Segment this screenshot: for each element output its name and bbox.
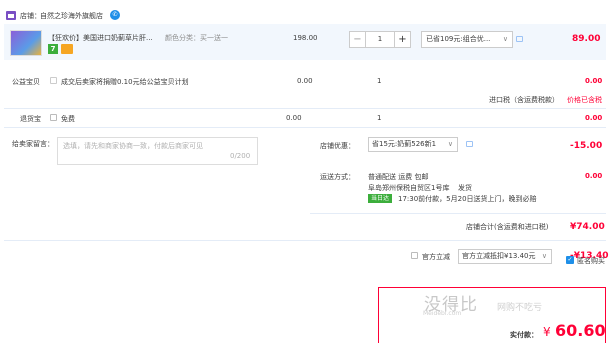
official-discount-checkbox[interactable] (411, 252, 418, 259)
import-tax-label: 进口税（含运费税款） (489, 96, 559, 104)
import-tax-value: 价格已含税 (567, 96, 602, 104)
anonymous-checkbox[interactable]: ✓ (566, 256, 574, 264)
seven-day-return-icon: 7 (48, 44, 58, 54)
return-insurance-text: 免费 (61, 115, 75, 123)
item-sku: 颜色分类：买一送一 (165, 34, 228, 42)
anonymous-label: 匿名购买 (577, 257, 605, 265)
chevron-down-icon: ∨ (541, 252, 547, 260)
shipping-method: 普通配送 运费 包邮 (368, 173, 429, 181)
charity-label: 公益宝贝 (12, 78, 40, 86)
unit-price: 198.00 (293, 34, 318, 42)
item-promo-value: 已省109元:组合优... (426, 35, 491, 43)
chat-icon[interactable] (466, 141, 473, 147)
seller-message-label: 给卖家留言： (12, 140, 54, 148)
shop-discount-value: 省15元:奶蓟526新1 (372, 140, 437, 148)
return-insurance-amount: 0.00 (585, 114, 603, 122)
return-insurance-qty: 1 (377, 114, 382, 122)
shop-discount-select[interactable]: 省15元:奶蓟526新1 ∨ (368, 137, 458, 152)
shipping-amount: 0.00 (585, 172, 603, 180)
shop-total-label: 店铺合计(含运费和进口税) (466, 223, 549, 231)
pay-amount: 60.60 (555, 321, 606, 340)
pay-label: 实付款： (510, 331, 538, 339)
charity-text: 成交后卖家将捐赠0.10元给公益宝贝计划 (61, 78, 189, 86)
seller-message-counter: 0/200 (230, 152, 251, 160)
divider (310, 213, 606, 214)
quantity-minus-button[interactable]: − (350, 32, 366, 47)
pay-currency: ¥ (543, 325, 551, 339)
shipping-eta: 17:30前付款，5月20日送货上门，晚到必赔 (398, 195, 537, 203)
return-insurance-label: 退货宝 (20, 115, 41, 123)
charity-qty: 1 (377, 77, 382, 85)
shop-name-link[interactable]: 自然之珍海外旗舰店 (40, 11, 103, 21)
item-title[interactable]: 【狂欢价】美国进口奶蓟草片肝... (48, 33, 153, 43)
quantity-input[interactable]: 1 (366, 32, 394, 47)
return-insurance-price: 0.00 (286, 114, 302, 122)
shipping-label: 运送方式： (320, 173, 355, 181)
shop-total-amount: ¥74.00 (570, 222, 605, 232)
seller-message-placeholder: 选填，请先和商家协商一致，付款后商家可见 (63, 142, 203, 150)
item-subtotal: 89.00 (572, 34, 601, 44)
charity-price: 0.00 (297, 77, 313, 85)
official-discount-value: 官方立减抵扣¥13.40元 (462, 252, 536, 260)
wangwang-icon[interactable]: ✆ (110, 10, 120, 20)
official-discount-label: 官方立减 (422, 253, 450, 261)
credit-card-icon (61, 44, 73, 54)
charity-amount: 0.00 (585, 77, 603, 85)
chevron-down-icon: ∨ (502, 35, 508, 43)
product-thumbnail[interactable] (10, 30, 42, 56)
chevron-down-icon: ∨ (447, 140, 453, 148)
shipping-warehouse: 阜岛郑州保税自贸区1号库 (368, 184, 450, 192)
divider (4, 108, 606, 109)
shipping-dispatch: 发货 (458, 184, 472, 192)
divider (4, 127, 606, 128)
official-discount-select[interactable]: 官方立减抵扣¥13.40元 ∨ (458, 249, 552, 264)
chat-icon[interactable] (516, 36, 523, 42)
shop-icon (6, 11, 16, 20)
same-day-badge: 当日达 (368, 194, 392, 203)
charity-check-icon (50, 77, 57, 84)
divider (4, 240, 606, 241)
quantity-plus-button[interactable]: + (394, 32, 410, 47)
return-insurance-check-icon (50, 114, 57, 121)
shop-discount-amount: -15.00 (570, 141, 603, 151)
shop-discount-label: 店铺优惠： (320, 142, 355, 150)
item-promo-select[interactable]: 已省109元:组合优... ∨ (421, 31, 513, 48)
shop-label: 店铺： (20, 12, 41, 20)
